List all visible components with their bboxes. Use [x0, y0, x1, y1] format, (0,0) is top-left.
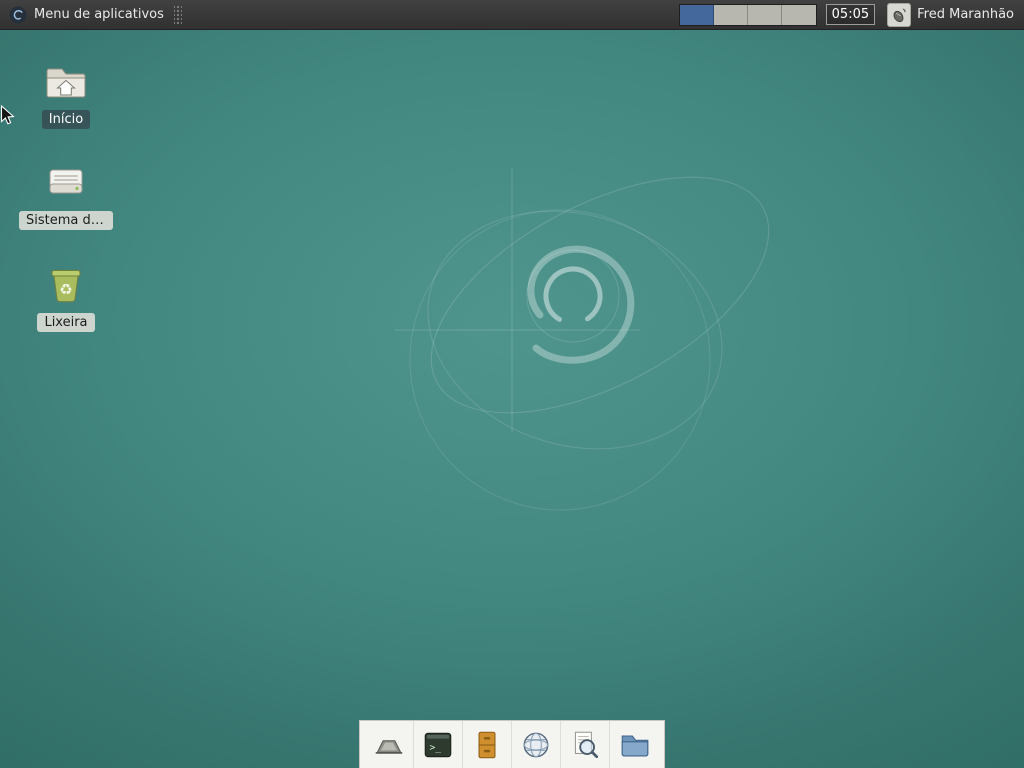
- clock[interactable]: 05:05: [826, 4, 875, 25]
- filesystem-drive-icon: [42, 157, 90, 205]
- debian-swirl-icon: [8, 5, 28, 25]
- workspace-2[interactable]: [714, 5, 748, 25]
- applications-menu-button[interactable]: Menu de aplicativos: [0, 0, 172, 29]
- workspace-1[interactable]: [680, 5, 714, 25]
- blue-folder-icon: [618, 728, 652, 762]
- dock-item-file-cabinet[interactable]: [463, 721, 512, 768]
- debian-watermark: [340, 140, 800, 540]
- svg-text:>_: >_: [430, 742, 442, 753]
- username-label: Fred Maranhão: [917, 7, 1014, 22]
- dock-item-terminal[interactable]: >_: [414, 721, 463, 768]
- top-panel: Menu de aplicativos 05:05 Fred Maranhão: [0, 0, 1024, 30]
- globe-icon: [519, 728, 553, 762]
- desktop-icon-label: Início: [42, 110, 90, 129]
- applications-menu-label: Menu de aplicativos: [34, 7, 164, 22]
- workspace-3[interactable]: [748, 5, 782, 25]
- svg-text:♻: ♻: [59, 281, 72, 299]
- panel-handle: [174, 6, 182, 24]
- dock: >_: [359, 720, 665, 768]
- terminal-icon: >_: [421, 728, 455, 762]
- desktop-icon-trash[interactable]: ♻ Lixeira: [18, 259, 114, 332]
- dock-item-show-desktop[interactable]: [365, 721, 414, 768]
- home-folder-icon: [42, 56, 90, 104]
- dock-item-app-finder[interactable]: [561, 721, 610, 768]
- workspace-switcher[interactable]: [679, 4, 817, 26]
- workspace-4[interactable]: [782, 5, 816, 25]
- dock-item-file-manager[interactable]: [610, 721, 659, 768]
- dock-item-web-browser[interactable]: [512, 721, 561, 768]
- desktop-icon-home[interactable]: Início: [18, 56, 114, 129]
- user-actions-button[interactable]: Fred Maranhão: [887, 0, 1024, 29]
- desktop-icon-label: Sistema de ...: [19, 211, 113, 230]
- show-desktop-icon: [372, 728, 406, 762]
- desktop-icon-filesystem[interactable]: Sistema de ...: [18, 157, 114, 230]
- mouse-cursor: [0, 105, 16, 131]
- magnifier-document-icon: [568, 728, 602, 762]
- desktop-root: { "panel": { "app_menu_label": "Menu de …: [0, 0, 1024, 768]
- file-cabinet-icon: [470, 728, 504, 762]
- trash-bin-icon: ♻: [42, 259, 90, 307]
- desktop-icon-label: Lixeira: [37, 313, 94, 332]
- mouse-tray-icon: [887, 3, 911, 27]
